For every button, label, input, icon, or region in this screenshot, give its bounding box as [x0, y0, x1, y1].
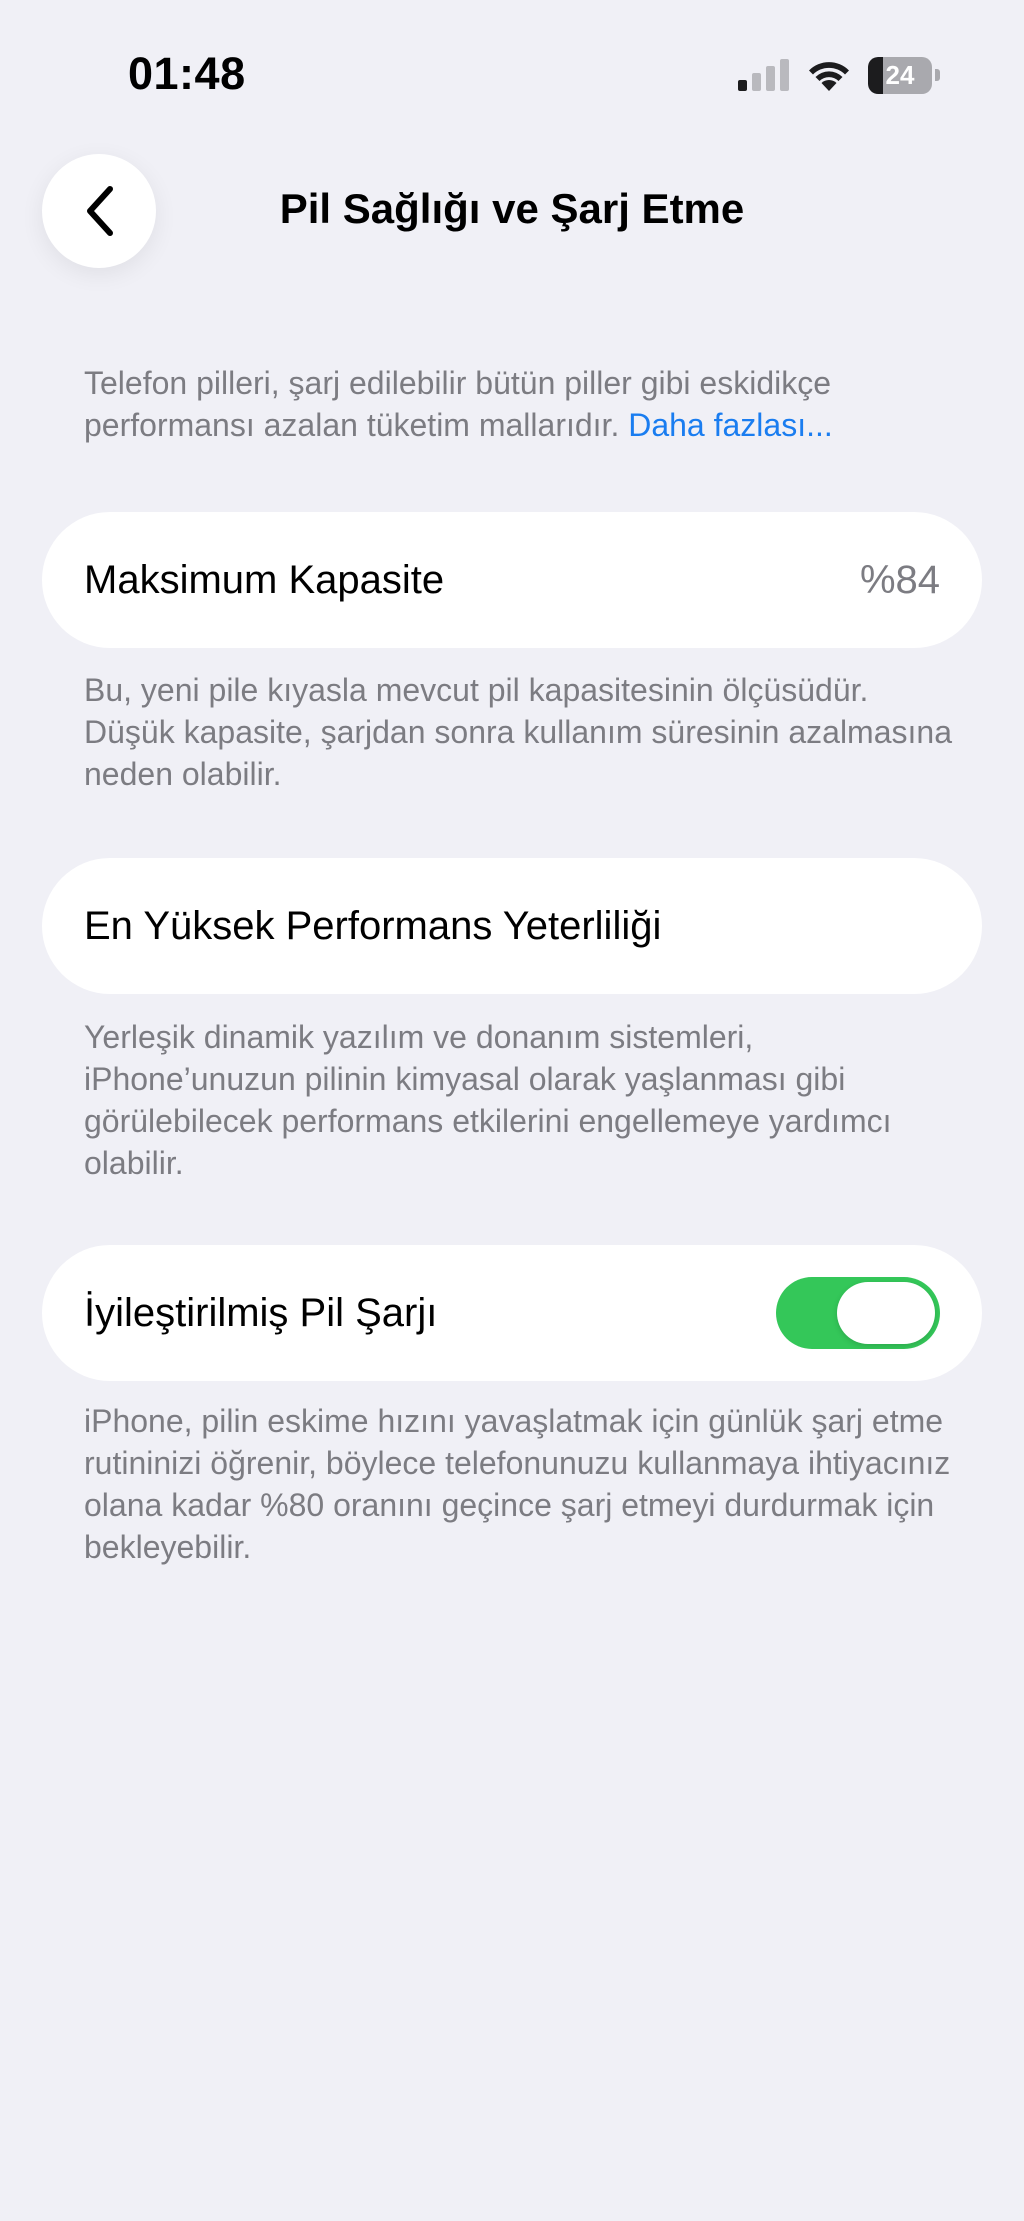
learn-more-link[interactable]: Daha fazlası... [628, 407, 833, 443]
battery-indicator: 24 [868, 56, 940, 94]
intro-text: Telefon pilleri, şarj edilebilir bütün p… [84, 362, 954, 446]
status-indicators: 24 [738, 55, 940, 95]
peak-performance-row: En Yüksek Performans Yeterliliği [42, 858, 982, 994]
status-time: 01:48 [128, 48, 246, 99]
peak-performance-footnote: Yerleşik dinamik yazılım ve donanım sist… [84, 1019, 892, 1181]
toggle-knob [837, 1282, 935, 1344]
max-capacity-row: Maksimum Kapasite %84 [42, 512, 982, 648]
page-title: Pil Sağlığı ve Şarj Etme [279, 185, 745, 232]
max-capacity-footnote: Bu, yeni pile kıyasla mevcut pil kapasit… [84, 672, 952, 792]
status-bar: 01:48 24 [0, 0, 1024, 130]
optimized-charging-toggle[interactable] [776, 1277, 940, 1349]
optimized-charging-label: İyileştirilmiş Pil Şarjı [84, 1290, 438, 1335]
max-capacity-value: %84 [859, 557, 940, 602]
optimized-charging-footnote: iPhone, pilin eskime hızını yavaşlatmak … [84, 1403, 951, 1565]
wifi-icon [809, 62, 849, 91]
battery-level-text: 24 [885, 59, 915, 90]
max-capacity-label: Maksimum Kapasite [84, 557, 445, 602]
peak-performance-label: En Yüksek Performans Yeterliliği [84, 903, 662, 948]
cellular-signal-icon [738, 59, 789, 91]
optimized-charging-row: İyileştirilmiş Pil Şarjı [42, 1245, 982, 1381]
